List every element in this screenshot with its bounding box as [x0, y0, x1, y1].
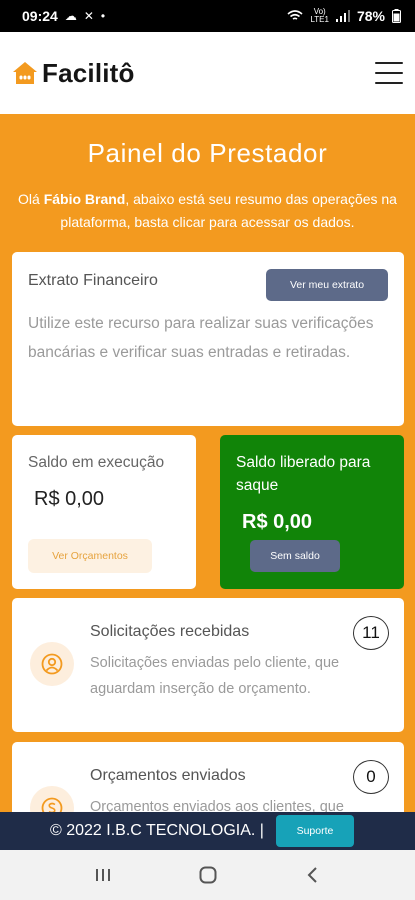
- battery-icon: [392, 9, 401, 23]
- home-button[interactable]: [193, 860, 223, 890]
- received-requests-description: Solicitações enviadas pelo cliente, que …: [90, 655, 340, 697]
- greeting-text: Olá Fábio Brand, abaixo está seu resumo …: [10, 188, 405, 234]
- page-footer: © 2022 I.B.C TECNOLOGIA. | Suporte: [0, 812, 415, 850]
- available-balance-amount: R$ 0,00: [242, 511, 313, 533]
- greeting-prefix: Olá: [18, 191, 44, 207]
- running-balance-title: Saldo em execução: [28, 454, 165, 471]
- battery-level: 78%: [356, 8, 385, 24]
- page-title: Painel do Prestador: [87, 138, 328, 168]
- dollar-icon: [41, 797, 63, 812]
- status-bar: 09:24 ☁ ✕ • Vo) LTE1 78%: [0, 0, 415, 32]
- hamburger-menu-button[interactable]: [375, 62, 403, 84]
- available-balance-card[interactable]: Saldo liberado para saque R$ 0,00 Sem sa…: [220, 435, 404, 589]
- back-icon: [307, 867, 317, 883]
- dashboard-content: Painel do Prestador Olá Fábio Brand, aba…: [0, 114, 415, 812]
- status-right: Vo) LTE1 78%: [287, 8, 401, 24]
- no-balance-button[interactable]: Sem saldo: [250, 540, 340, 572]
- home-icon: [199, 866, 216, 884]
- available-balance-title: Saldo liberado para saque: [236, 454, 371, 494]
- system-navigation-bar: [0, 850, 415, 900]
- user-name: Fábio Brand: [43, 191, 126, 207]
- copyright-text: © 2022 I.B.C TECNOLOGIA. |: [50, 822, 264, 839]
- received-requests-card[interactable]: Solicitações recebidas Solicitações envi…: [12, 598, 404, 732]
- recent-apps-icon: [95, 869, 110, 881]
- extrato-description: Utilize este recurso para realizar suas …: [28, 315, 374, 361]
- view-statement-button[interactable]: Ver meu extrato: [266, 269, 388, 301]
- cloud-icon: ☁: [64, 9, 77, 23]
- sent-quotes-count: 0: [353, 760, 389, 794]
- menu-line-icon: [375, 62, 403, 64]
- sent-quotes-title: Orçamentos enviados: [90, 767, 246, 784]
- brand-logo[interactable]: Facilitô: [12, 58, 135, 89]
- running-balance-amount: R$ 0,00: [34, 488, 105, 510]
- sent-quotes-description: Orçamentos enviados aos clientes, que: [90, 799, 344, 812]
- signal-icon: [335, 10, 350, 22]
- status-time: 09:24: [22, 8, 58, 24]
- brand-name: Facilitô: [42, 57, 135, 88]
- received-requests-count: 11: [353, 616, 389, 650]
- user-circle-icon: [30, 642, 74, 686]
- money-circle-icon: [30, 786, 74, 812]
- volte-bottom: LTE1: [310, 15, 329, 24]
- received-requests-title: Solicitações recebidas: [90, 623, 250, 640]
- volte-indicator: Vo) LTE1: [310, 8, 329, 24]
- back-button[interactable]: [298, 860, 328, 890]
- support-button[interactable]: Suporte: [275, 815, 354, 847]
- running-balance-card[interactable]: Saldo em execução R$ 0,00 Ver Orçamentos: [12, 435, 196, 589]
- recent-apps-button[interactable]: [88, 860, 118, 890]
- menu-line-icon: [375, 82, 403, 84]
- house-logo-icon: [13, 62, 37, 84]
- menu-line-icon: [375, 72, 403, 74]
- status-left: 09:24 ☁ ✕ •: [22, 8, 105, 24]
- wifi-icon: [287, 10, 303, 20]
- extrato-card[interactable]: Extrato Financeiro Ver meu extrato Utili…: [12, 252, 404, 426]
- view-quotes-button[interactable]: Ver Orçamentos: [28, 539, 152, 573]
- sync-icon: ✕: [83, 9, 94, 23]
- sent-quotes-card[interactable]: Orçamentos enviados Orçamentos enviados …: [12, 742, 404, 812]
- dot-icon: •: [100, 9, 106, 23]
- app-header: Facilitô: [0, 32, 415, 114]
- user-icon: [41, 653, 63, 675]
